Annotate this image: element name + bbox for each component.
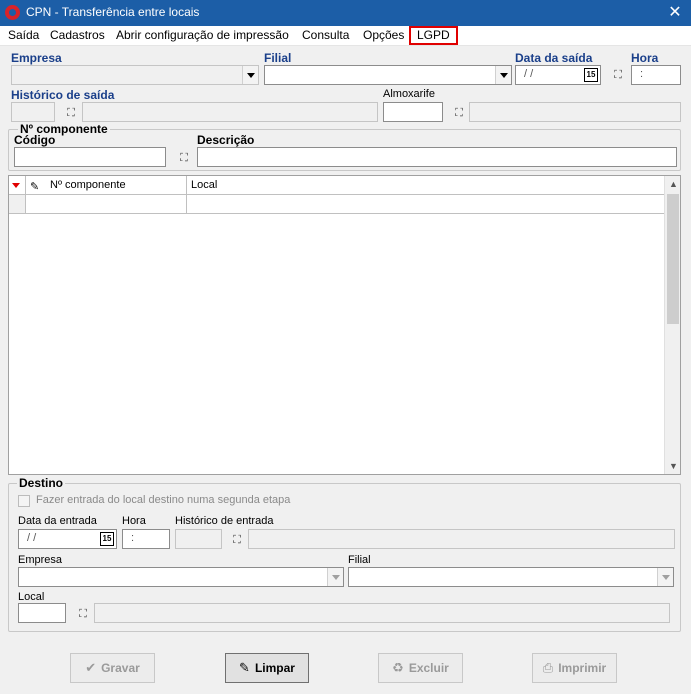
- data-saida-value: / /: [524, 68, 534, 80]
- gravar-label: Gravar: [101, 661, 140, 675]
- edit-document-icon: ✎: [30, 181, 40, 193]
- binoculars-icon[interactable]: ⛶: [63, 106, 79, 120]
- hora-entrada-value: :: [131, 532, 135, 544]
- limpar-label: Limpar: [254, 661, 295, 675]
- calendar-icon[interactable]: 15: [100, 532, 114, 546]
- segunda-etapa-checkbox[interactable]: [18, 495, 30, 507]
- codigo-field[interactable]: [14, 147, 166, 167]
- destino-group-title: Destino: [17, 476, 66, 490]
- grid-col-componente[interactable]: ✎ Nº componente: [26, 176, 187, 195]
- table-cell[interactable]: [187, 195, 665, 213]
- binoculars-icon[interactable]: ⛶: [75, 607, 91, 621]
- grid-col-local[interactable]: Local: [187, 176, 665, 195]
- checkmark-icon: ✔: [85, 660, 97, 675]
- hora-entrada-label: Hora: [122, 515, 146, 527]
- scroll-down-icon[interactable]: ▼: [669, 461, 678, 471]
- almoxarife-label: Almoxarife: [383, 88, 435, 100]
- limpar-button[interactable]: ✎ Limpar: [225, 653, 309, 683]
- sort-down-icon: [12, 183, 20, 188]
- excluir-button[interactable]: ♻ Excluir: [378, 653, 463, 683]
- row-indicator[interactable]: [9, 195, 26, 213]
- trash-icon: ♻: [392, 660, 404, 675]
- hora-value: :: [640, 68, 644, 80]
- grid-col-local-label: Local: [191, 179, 218, 191]
- grid-col-componente-label: Nº componente: [50, 179, 126, 191]
- empresa-label: Empresa: [11, 51, 62, 65]
- excluir-label: Excluir: [408, 661, 449, 675]
- data-entrada-field[interactable]: / / 15: [18, 529, 117, 549]
- descricao-label: Descrição: [197, 133, 255, 147]
- window-title: CPN - Transferência entre locais: [26, 5, 200, 19]
- hora-label: Hora: [631, 51, 659, 65]
- codigo-label: Código: [14, 133, 56, 147]
- components-grid[interactable]: ✎ Nº componente Local ▲ ▼: [8, 175, 681, 475]
- historico-entrada-label: Histórico de entrada: [175, 515, 274, 527]
- chevron-down-icon[interactable]: [657, 568, 673, 586]
- menu-cadastros[interactable]: Cadastros: [50, 28, 105, 42]
- binoculars-icon[interactable]: ⛶: [176, 151, 192, 165]
- almoxarife-desc: [469, 102, 681, 122]
- empresa-select[interactable]: [11, 65, 259, 85]
- app-logo-icon: [5, 5, 20, 20]
- scroll-up-icon[interactable]: ▲: [669, 179, 678, 189]
- local-destino-desc: [94, 603, 670, 623]
- gravar-button[interactable]: ✔ Gravar: [70, 653, 155, 683]
- binoculars-icon[interactable]: ⛶: [229, 533, 245, 547]
- local-destino-label: Local: [18, 591, 45, 603]
- imprimir-button[interactable]: ⎙ Imprimir: [532, 653, 617, 683]
- empresa-destino-label: Empresa: [18, 554, 63, 566]
- imprimir-label: Imprimir: [558, 661, 607, 675]
- calendar-icon[interactable]: 15: [584, 68, 598, 82]
- menu-lgpd[interactable]: LGPD: [409, 26, 458, 45]
- hora-field[interactable]: :: [631, 65, 681, 85]
- chevron-down-icon[interactable]: [327, 568, 343, 586]
- historico-entrada-code[interactable]: [175, 529, 222, 549]
- almoxarife-code[interactable]: [383, 102, 443, 122]
- data-saida-label: Data da saída: [515, 51, 593, 65]
- historico-saida-label: Histórico de saída: [11, 88, 115, 102]
- menu-consulta[interactable]: Consulta: [302, 28, 349, 42]
- menu-abrir-configuracao[interactable]: Abrir configuração de impressão: [116, 28, 289, 42]
- data-entrada-label: Data da entrada: [18, 515, 97, 527]
- menu-bar: Saída Cadastros Abrir configuração de im…: [0, 26, 691, 46]
- local-destino-code[interactable]: [18, 603, 66, 623]
- data-entrada-value: / /: [27, 532, 37, 544]
- menu-saida[interactable]: Saída: [8, 28, 39, 42]
- chevron-down-icon[interactable]: [495, 66, 511, 84]
- historico-saida-code[interactable]: [11, 102, 55, 122]
- filial-destino-select[interactable]: [348, 567, 674, 587]
- menu-opcoes[interactable]: Opções: [363, 28, 404, 42]
- filial-destino-label: Filial: [348, 554, 371, 566]
- eraser-icon: ✎: [239, 660, 250, 675]
- hora-entrada-field[interactable]: :: [122, 529, 170, 549]
- chevron-down-icon[interactable]: [242, 66, 258, 84]
- printer-icon: ⎙: [542, 660, 554, 675]
- segunda-etapa-label: Fazer entrada do local destino numa segu…: [36, 494, 291, 506]
- descricao-field[interactable]: [197, 147, 677, 167]
- historico-entrada-desc: [248, 529, 675, 549]
- vertical-scrollbar[interactable]: ▲ ▼: [664, 176, 680, 474]
- historico-saida-desc: [82, 102, 378, 122]
- scroll-thumb[interactable]: [667, 194, 679, 324]
- grid-header: ✎ Nº componente Local: [9, 176, 665, 195]
- table-cell[interactable]: [26, 195, 187, 213]
- binoculars-icon[interactable]: ⛶: [451, 106, 467, 120]
- data-saida-field[interactable]: / / 15: [515, 65, 601, 85]
- filial-select[interactable]: [264, 65, 512, 85]
- filial-label: Filial: [264, 51, 292, 65]
- binoculars-icon[interactable]: ⛶: [610, 68, 626, 82]
- grid-sort-cell[interactable]: [9, 176, 26, 195]
- empresa-destino-select[interactable]: [18, 567, 344, 587]
- table-row[interactable]: [9, 195, 665, 214]
- close-button[interactable]: ✕: [664, 2, 686, 24]
